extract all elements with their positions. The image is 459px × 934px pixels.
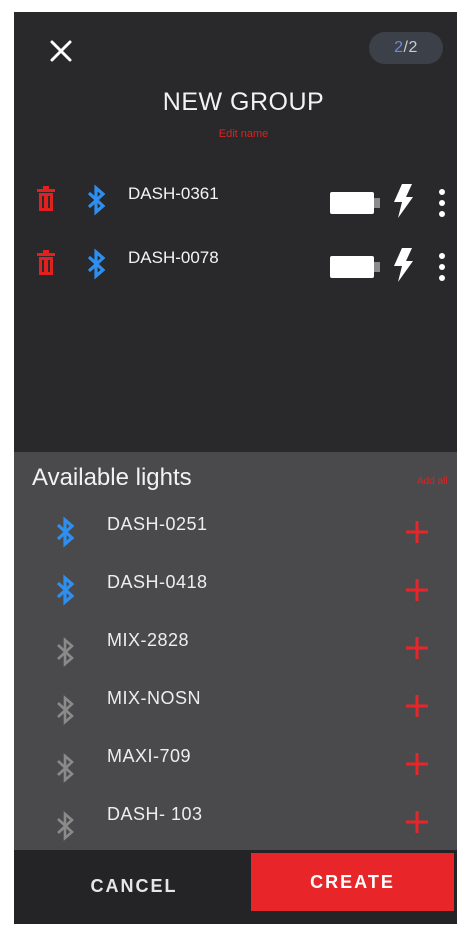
edit-name-link[interactable]: Edit name — [14, 128, 457, 140]
app-screen: 2/2 NEW GROUP Edit name DASH-0361 DASH-0… — [14, 12, 457, 924]
group-light-name: DASH-0361 — [128, 184, 219, 203]
bluetooth-icon — [86, 248, 108, 280]
available-light-row[interactable]: MIX-2828 — [14, 630, 457, 680]
page-current: 2 — [394, 39, 404, 56]
available-light-row[interactable]: MIX-NOSN — [14, 688, 457, 738]
battery-icon — [330, 256, 382, 278]
plus-icon[interactable] — [404, 577, 430, 603]
available-light-row[interactable]: DASH-0251 — [14, 514, 457, 564]
bluetooth-icon — [55, 574, 77, 606]
page-total: 2 — [408, 39, 418, 56]
available-light-row[interactable]: DASH-0418 — [14, 572, 457, 622]
available-lights-title: Available lights — [32, 464, 192, 491]
trash-icon[interactable] — [36, 186, 56, 212]
battery-icon — [330, 192, 382, 214]
available-lights-panel: Available lights Add all DASH-0251 DASH-… — [14, 452, 457, 850]
bluetooth-disabled-icon — [55, 810, 77, 842]
available-light-name: MIX-2828 — [107, 630, 190, 650]
page-title: NEW GROUP — [162, 88, 325, 116]
close-icon[interactable] — [48, 38, 74, 64]
available-light-row[interactable]: MAXI-709 — [14, 746, 457, 796]
add-all-link[interactable]: Add all — [417, 476, 448, 487]
plus-icon[interactable] — [404, 809, 430, 835]
available-light-name: MAXI-709 — [107, 746, 192, 766]
bluetooth-disabled-icon — [55, 752, 77, 784]
bluetooth-icon — [86, 184, 108, 216]
more-vertical-icon[interactable] — [438, 252, 446, 282]
plus-icon[interactable] — [404, 751, 430, 777]
cancel-button[interactable]: CANCEL — [74, 866, 194, 906]
lightning-bolt-icon — [392, 184, 414, 218]
group-light-name: DASH-0078 — [128, 248, 219, 267]
available-light-name: DASH-0251 — [107, 514, 208, 534]
bluetooth-disabled-icon — [55, 694, 77, 726]
more-vertical-icon[interactable] — [438, 188, 446, 218]
available-light-name: DASH- 103 — [107, 804, 203, 824]
plus-icon[interactable] — [404, 693, 430, 719]
page-indicator: 2/2 — [369, 32, 443, 64]
group-light-row: DASH-0361 — [14, 184, 457, 228]
action-bar: CANCEL CREATE — [14, 850, 457, 924]
trash-icon[interactable] — [36, 250, 56, 276]
lightning-bolt-icon — [392, 248, 414, 282]
create-button[interactable]: CREATE — [251, 853, 454, 911]
available-light-name: MIX-NOSN — [107, 688, 201, 708]
available-light-row[interactable]: DASH- 103 — [14, 804, 457, 854]
bluetooth-disabled-icon — [55, 636, 77, 668]
plus-icon[interactable] — [404, 519, 430, 545]
group-light-row: DASH-0078 — [14, 248, 457, 292]
plus-icon[interactable] — [404, 635, 430, 661]
available-light-name: DASH-0418 — [107, 572, 208, 592]
bluetooth-icon — [55, 516, 77, 548]
group-panel: 2/2 NEW GROUP Edit name DASH-0361 DASH-0… — [14, 12, 457, 452]
